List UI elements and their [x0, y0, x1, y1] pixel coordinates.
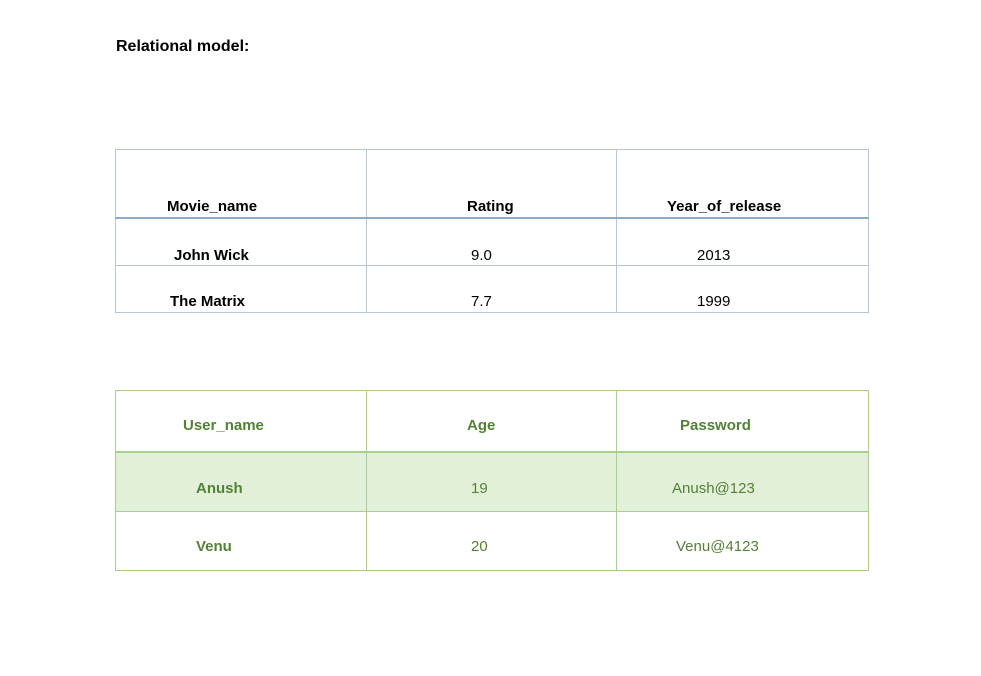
table-cell: 19 [366, 451, 617, 512]
header-cell: Year_of_release [616, 149, 869, 219]
table-cell: 1999 [616, 265, 869, 313]
movies-table: Movie_name Rating Year_of_release John W… [115, 149, 869, 313]
cell-movie-name: The Matrix [170, 293, 246, 310]
table-cell: 7.7 [366, 265, 617, 313]
cell-age: 20 [471, 538, 488, 555]
table-row: John Wick 9.0 2013 [115, 217, 869, 266]
header-age: Age [467, 417, 496, 434]
table-cell: 20 [366, 511, 617, 571]
table-cell: Venu [115, 511, 367, 571]
cell-year: 2013 [697, 247, 731, 264]
cell-year: 1999 [697, 293, 731, 310]
table-cell: John Wick [115, 217, 367, 266]
cell-age: 19 [471, 480, 488, 497]
table-header-row: User_name Age Password [115, 390, 869, 453]
cell-password: Anush@123 [672, 480, 755, 497]
header-cell: Age [366, 390, 617, 453]
section-heading: Relational model: [116, 38, 250, 55]
cell-rating: 9.0 [471, 247, 492, 264]
cell-movie-name: John Wick [174, 247, 249, 264]
table-cell: Anush@123 [616, 451, 869, 512]
users-table: User_name Age Password Anush 19 Anush@12… [115, 390, 869, 571]
table-cell: Venu@4123 [616, 511, 869, 571]
header-user-name: User_name [183, 417, 264, 434]
header-password: Password [680, 417, 751, 434]
header-cell: Password [616, 390, 869, 453]
header-cell: Rating [366, 149, 617, 219]
table-cell: 2013 [616, 217, 869, 266]
table-cell: 9.0 [366, 217, 617, 266]
table-row: Venu 20 Venu@4123 [115, 511, 869, 571]
header-rating: Rating [467, 198, 514, 215]
table-cell: Anush [115, 451, 367, 512]
header-year-of-release: Year_of_release [667, 198, 782, 215]
table-cell: The Matrix [115, 265, 367, 313]
header-movie-name: Movie_name [167, 198, 258, 215]
table-row: Anush 19 Anush@123 [115, 451, 869, 512]
header-cell: Movie_name [115, 149, 367, 219]
table-header-row: Movie_name Rating Year_of_release [115, 149, 869, 219]
cell-rating: 7.7 [471, 293, 492, 310]
header-cell: User_name [115, 390, 367, 453]
table-row: The Matrix 7.7 1999 [115, 265, 869, 313]
cell-user-name: Anush [196, 480, 243, 497]
cell-password: Venu@4123 [676, 538, 759, 555]
cell-user-name: Venu [196, 538, 232, 555]
